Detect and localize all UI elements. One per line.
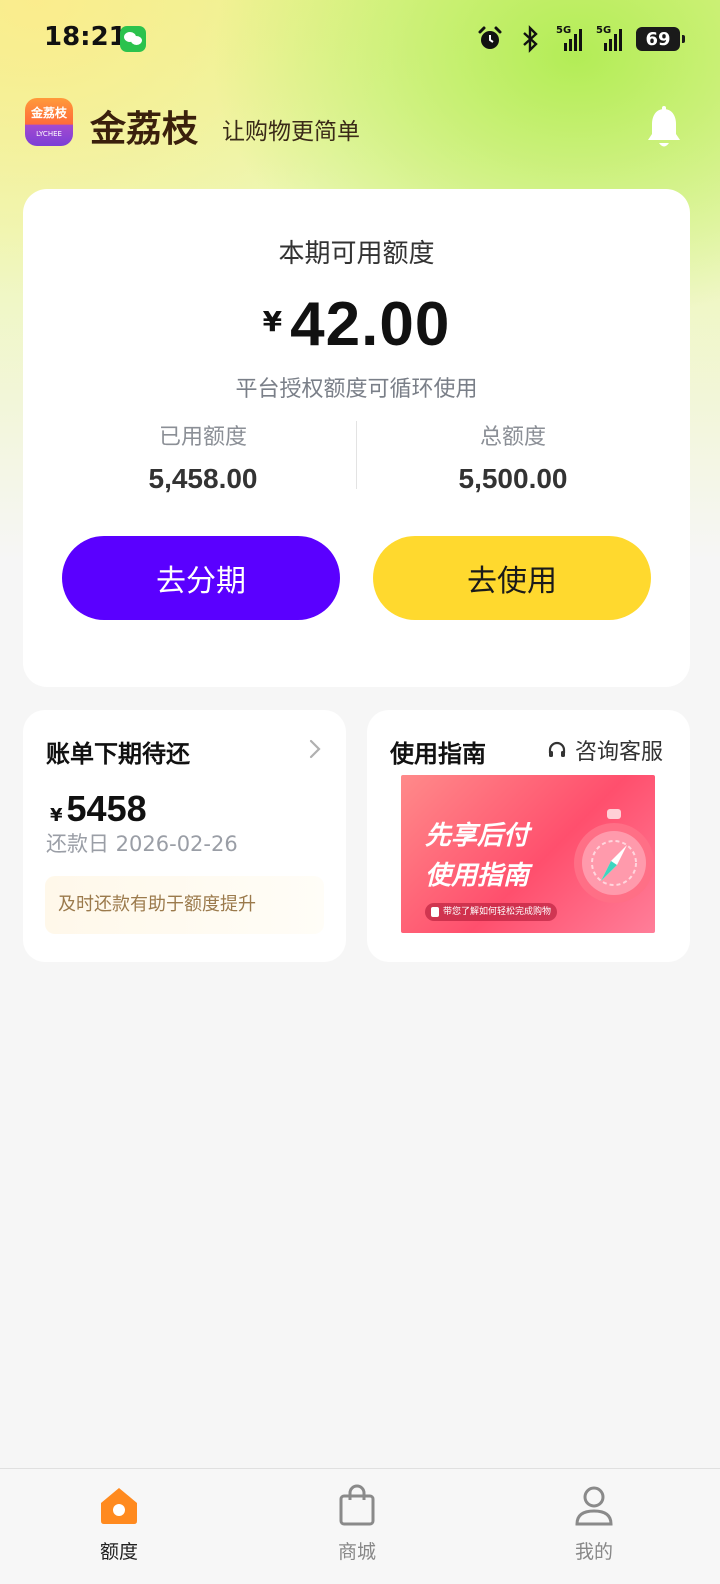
alarm-icon	[478, 26, 502, 49]
app-slogan: 让购物更简单	[222, 119, 360, 145]
credit-card: 本期可用额度 ¥42.00 平台授权额度可循环使用 已用额度 5,458.00 …	[23, 189, 690, 687]
battery-indicator: 69	[636, 27, 685, 51]
app-logo-text: 金荔枝	[30, 106, 67, 120]
home-icon	[101, 1488, 137, 1524]
bill-tip: 及时还款有助于额度提升	[45, 876, 324, 934]
stat-divider	[356, 421, 357, 489]
credit-title: 本期可用额度	[278, 239, 435, 269]
tab-mall[interactable]: 商城	[297, 1483, 417, 1564]
headset-icon	[548, 741, 566, 757]
chevron-right-icon[interactable]	[306, 738, 324, 760]
bill-title: 账单下期待还	[46, 740, 190, 768]
tab-mine[interactable]: 我的	[534, 1483, 654, 1564]
shopping-bag-icon	[339, 1484, 375, 1526]
status-time: 18:21	[44, 22, 127, 52]
installment-button[interactable]: 去分期	[62, 536, 340, 620]
status-bar: 18:21 5G 5G 69	[0, 0, 720, 80]
bottom-tab-bar: 额度 商城 我的	[0, 1468, 720, 1584]
total-credit-label: 总额度	[479, 425, 546, 450]
bill-currency: ¥	[50, 805, 63, 826]
guide-title: 使用指南	[390, 740, 486, 768]
bluetooth-icon	[523, 25, 538, 53]
used-credit-value: 5,458.00	[148, 463, 258, 494]
customer-support-label: 咨询客服	[575, 740, 664, 765]
bill-amount: 5458	[66, 788, 147, 829]
used-credit-stat: 已用额度 5,458.00	[78, 419, 328, 495]
tab-quota-label: 额度	[99, 1541, 138, 1563]
cellular-signal-icon: 5G	[596, 25, 624, 53]
credit-note: 平台授权额度可循环使用	[235, 377, 478, 402]
banner-subtitle: 带您了解如何轻松完成购物	[425, 903, 558, 921]
user-icon	[575, 1486, 613, 1526]
banner-headline-2: 使用指南	[425, 861, 530, 891]
guide-banner[interactable]: 先享后付 使用指南 带您了解如何轻松完成购物	[401, 775, 655, 933]
app-logo: 金荔枝 LYCHEE	[25, 98, 73, 146]
available-amount: 42.00	[290, 290, 451, 359]
banner-headline-1: 先享后付	[425, 821, 530, 851]
app-name: 金荔枝	[90, 108, 199, 150]
customer-support-link[interactable]: 咨询客服	[547, 734, 663, 766]
tab-mall-label: 商城	[337, 1541, 376, 1563]
tab-mine-label: 我的	[574, 1541, 613, 1563]
compass-icon	[574, 809, 654, 903]
total-credit-value: 5,500.00	[458, 463, 568, 494]
currency-symbol: ¥	[262, 305, 283, 338]
tab-quota[interactable]: 额度	[59, 1483, 179, 1564]
bill-amount-row: ¥5458	[50, 788, 147, 830]
bell-icon[interactable]	[646, 106, 682, 150]
app-logo-subtext: LYCHEE	[36, 130, 62, 138]
bill-card[interactable]: 账单下期待还 ¥5458 还款日 2026-02-26 及时还款有助于额度提升	[23, 710, 346, 962]
wechat-notification-icon	[120, 26, 146, 52]
use-credit-button[interactable]: 去使用	[373, 536, 651, 620]
cellular-signal-icon: 5G	[556, 25, 584, 53]
available-amount-row: ¥42.00	[23, 289, 690, 360]
used-credit-label: 已用额度	[158, 425, 247, 450]
guide-card: 使用指南 咨询客服 先享后付 使用指南 带您了解如何轻松完成购物	[367, 710, 690, 962]
bill-due-date: 还款日 2026-02-26	[46, 832, 238, 856]
status-icons: 5G 5G 69	[476, 24, 685, 54]
total-credit-stat: 总额度 5,500.00	[388, 419, 638, 495]
